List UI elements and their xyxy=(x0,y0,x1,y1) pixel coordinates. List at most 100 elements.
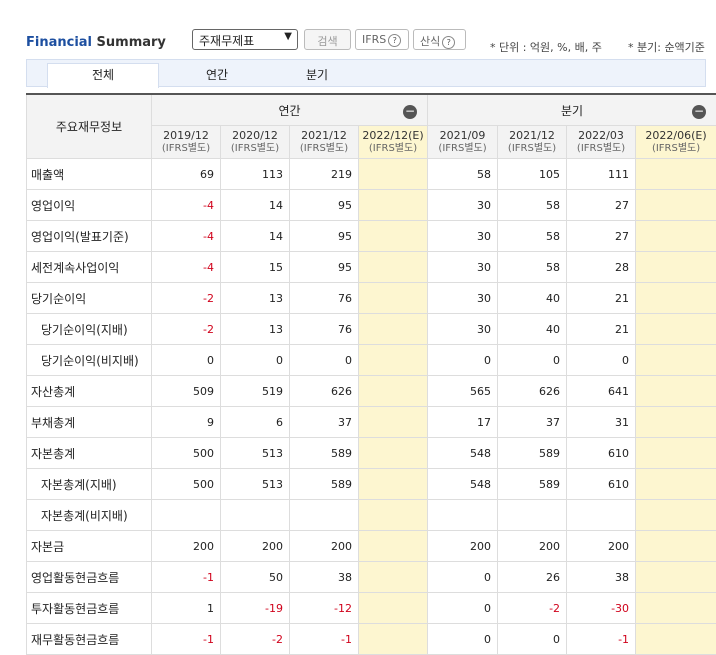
table-cell xyxy=(359,159,428,190)
quarter-group-label: 분기 xyxy=(561,104,583,118)
ifrs-help-button[interactable]: IFRS? xyxy=(355,29,409,50)
table-cell xyxy=(636,376,716,407)
table-cell xyxy=(636,562,716,593)
table-cell: 500 xyxy=(152,469,221,500)
table-cell: 1 xyxy=(152,593,221,624)
formula-label: 산식 xyxy=(420,35,440,48)
help-icon: ? xyxy=(388,34,401,47)
table-cell: 28 xyxy=(567,252,636,283)
column-basis: (IFRS별도) xyxy=(636,142,716,155)
column-basis: (IFRS별도) xyxy=(221,142,289,155)
annual-group-header: 연간 − xyxy=(152,94,428,126)
table-cell xyxy=(221,500,290,531)
table-cell xyxy=(567,500,636,531)
table-row: 당기순이익-21376304021 xyxy=(27,283,716,314)
column-period: 2020/12 xyxy=(221,129,289,142)
row-label: 영업이익 xyxy=(27,190,152,221)
column-basis: (IFRS별도) xyxy=(290,142,358,155)
column-period: 2021/12 xyxy=(498,129,566,142)
table-cell: 0 xyxy=(428,345,498,376)
table-cell: 9 xyxy=(152,407,221,438)
column-period: 2021/12 xyxy=(290,129,358,142)
table-cell: 30 xyxy=(428,221,498,252)
unit-note: * 단위 : 억원, %, 배, 주 xyxy=(490,39,602,55)
table-cell: 95 xyxy=(290,252,359,283)
table-cell xyxy=(359,593,428,624)
table-cell xyxy=(636,159,716,190)
table-row: 당기순이익(비지배)000000 xyxy=(27,345,716,376)
row-label: 당기순이익(지배) xyxy=(27,314,152,345)
table-cell: 15 xyxy=(221,252,290,283)
row-label: 세전계속사업이익 xyxy=(27,252,152,283)
search-button[interactable]: 검색 xyxy=(304,29,351,50)
formula-help-button[interactable]: 산식? xyxy=(413,29,466,50)
column-period: 2022/12(E) xyxy=(359,129,427,142)
row-label: 자산총계 xyxy=(27,376,152,407)
table-cell xyxy=(498,500,567,531)
table-cell: -2 xyxy=(221,624,290,655)
table-cell xyxy=(359,345,428,376)
table-cell xyxy=(359,624,428,655)
table-row: 투자활동현금흐름1-19-120-2-30 xyxy=(27,593,716,624)
table-row: 자본총계500513589548589610 xyxy=(27,438,716,469)
table-cell xyxy=(636,190,716,221)
table-cell: 519 xyxy=(221,376,290,407)
table-cell: 641 xyxy=(567,376,636,407)
table-row: 재무활동현금흐름-1-2-100-1 xyxy=(27,624,716,655)
column-header: 2022/12(E)(IFRS별도) xyxy=(359,126,428,159)
table-cell xyxy=(359,531,428,562)
table-row: 영업활동현금흐름-1503802638 xyxy=(27,562,716,593)
table-row: 영업이익(발표기준)-41495305827 xyxy=(27,221,716,252)
table-cell xyxy=(636,314,716,345)
table-row: 자산총계509519626565626641 xyxy=(27,376,716,407)
table-row: 당기순이익(지배)-21376304021 xyxy=(27,314,716,345)
table-cell xyxy=(636,283,716,314)
table-cell: -1 xyxy=(152,562,221,593)
annual-group-label: 연간 xyxy=(278,104,300,118)
row-label: 당기순이익 xyxy=(27,283,152,314)
table-cell xyxy=(359,283,428,314)
table-cell: 27 xyxy=(567,190,636,221)
column-header: 2022/06(E)(IFRS별도) xyxy=(636,126,716,159)
table-cell: 548 xyxy=(428,469,498,500)
table-cell: 0 xyxy=(498,624,567,655)
table-cell: 30 xyxy=(428,190,498,221)
table-cell: 58 xyxy=(498,190,567,221)
table-cell xyxy=(359,221,428,252)
table-cell: -30 xyxy=(567,593,636,624)
table-row: 부채총계9637173731 xyxy=(27,407,716,438)
row-label: 자본총계(비지배) xyxy=(27,500,152,531)
column-period: 2019/12 xyxy=(152,129,220,142)
table-cell xyxy=(636,252,716,283)
statement-type-select[interactable]: 주재무제표 ▼ xyxy=(192,29,298,50)
table-cell: 500 xyxy=(152,438,221,469)
table-cell: -12 xyxy=(290,593,359,624)
table-cell: 76 xyxy=(290,283,359,314)
table-cell: 0 xyxy=(221,345,290,376)
table-cell xyxy=(636,345,716,376)
table-cell xyxy=(359,190,428,221)
table-cell: 58 xyxy=(428,159,498,190)
tab-all[interactable]: 전체 xyxy=(47,63,159,88)
table-row: 영업이익-41495305827 xyxy=(27,190,716,221)
tab-annual[interactable]: 연간 xyxy=(177,64,257,88)
table-cell: 111 xyxy=(567,159,636,190)
period-tabs: 전체 연간 분기 xyxy=(26,59,706,87)
table-cell xyxy=(359,252,428,283)
table-cell: 13 xyxy=(221,314,290,345)
tab-quarter[interactable]: 분기 xyxy=(277,64,357,88)
table-cell: 6 xyxy=(221,407,290,438)
table-cell xyxy=(636,624,716,655)
table-cell: 548 xyxy=(428,438,498,469)
table-cell: 13 xyxy=(221,283,290,314)
table-cell: 626 xyxy=(498,376,567,407)
collapse-quarter-icon[interactable]: − xyxy=(692,105,706,119)
table-cell: 113 xyxy=(221,159,290,190)
table-cell: 38 xyxy=(290,562,359,593)
table-row: 자본총계(지배)500513589548589610 xyxy=(27,469,716,500)
collapse-annual-icon[interactable]: − xyxy=(403,105,417,119)
column-header: 2022/03(IFRS별도) xyxy=(567,126,636,159)
table-cell: 38 xyxy=(567,562,636,593)
column-header: 2019/12(IFRS별도) xyxy=(152,126,221,159)
table-cell: 21 xyxy=(567,283,636,314)
